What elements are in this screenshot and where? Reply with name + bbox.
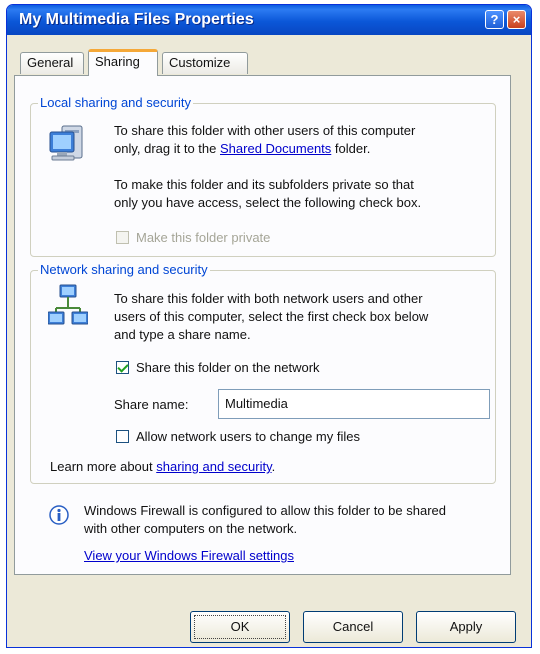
tab-customize-label: Customize: [169, 55, 231, 70]
close-icon: ×: [512, 12, 521, 27]
cancel-button-label: Cancel: [332, 619, 374, 634]
computer-icon: [48, 124, 86, 164]
share-folder-label: Share this folder on the network: [136, 360, 320, 375]
apply-button[interactable]: Apply: [416, 611, 516, 643]
firewall-text-line2: with other computers on the network.: [84, 521, 298, 536]
share-name-input[interactable]: Multimedia: [218, 389, 490, 419]
tab-sharing[interactable]: Sharing: [88, 49, 158, 76]
learn-more-post: .: [271, 459, 276, 474]
local-text1-pre: only, drag it to the: [114, 141, 220, 156]
share-name-label: Share name:: [114, 397, 189, 412]
firewall-settings-link[interactable]: View your Windows Firewall settings: [84, 547, 294, 564]
allow-change-checkbox[interactable]: [116, 430, 129, 443]
info-icon: [48, 504, 70, 526]
local-sharing-legend: Local sharing and security: [38, 95, 194, 110]
ok-button[interactable]: OK: [190, 611, 290, 643]
ok-button-label: OK: [230, 619, 250, 634]
make-private-checkbox[interactable]: [116, 231, 129, 244]
tab-general-label: General: [27, 55, 74, 70]
apply-button-label: Apply: [449, 619, 483, 634]
close-button[interactable]: ×: [507, 10, 526, 29]
make-private-label: Make this folder private: [136, 230, 271, 245]
share-folder-checkbox[interactable]: [116, 361, 129, 374]
window-title: My Multimedia Files Properties: [19, 11, 254, 28]
network-text-line2: users of this computer, select the first…: [114, 309, 429, 324]
help-icon: ?: [490, 12, 499, 27]
learn-more-text: Learn more about sharing and security.: [50, 458, 275, 475]
help-button[interactable]: ?: [485, 10, 504, 29]
tab-general[interactable]: General: [20, 52, 84, 74]
local-text1-post: folder.: [331, 141, 371, 156]
firewall-text-line1: Windows Firewall is configured to allow …: [84, 503, 447, 518]
learn-more-pre: Learn more about: [50, 459, 157, 474]
network-sharing-legend: Network sharing and security: [38, 262, 210, 277]
local-text2-line1: To make this folder and its subfolders p…: [114, 177, 414, 192]
title-bar[interactable]: My Multimedia Files Properties ? ×: [7, 5, 531, 35]
tab-customize[interactable]: Customize: [162, 52, 248, 74]
local-text1-line1: To share this folder with other users of…: [114, 123, 416, 138]
local-text1-line2: only, drag it to the Shared Documents fo…: [114, 140, 370, 157]
shared-documents-link[interactable]: Shared Documents: [220, 141, 331, 156]
allow-change-label: Allow network users to change my files: [136, 429, 360, 444]
network-text-line3: and type a share name.: [114, 327, 251, 342]
network-icon: [48, 284, 88, 328]
network-text-line1: To share this folder with both network u…: [114, 291, 423, 306]
tab-sharing-label: Sharing: [95, 54, 140, 69]
cancel-button[interactable]: Cancel: [303, 611, 403, 643]
sharing-security-link[interactable]: sharing and security: [156, 459, 271, 474]
local-text2-line2: only you have access, select the followi…: [114, 195, 422, 210]
